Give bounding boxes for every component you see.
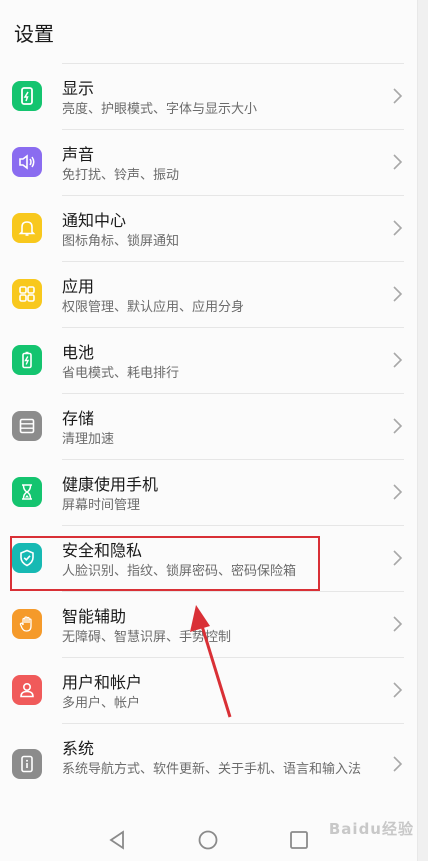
back-triangle-icon[interactable]: [104, 827, 130, 853]
divider: [62, 459, 404, 460]
storage-icon: [12, 411, 42, 441]
settings-item-storage[interactable]: 存储 清理加速: [0, 393, 418, 459]
divider: [62, 657, 404, 658]
bell-icon: [12, 213, 42, 243]
settings-item-security-privacy[interactable]: 安全和隐私 人脸识别、指纹、锁屏密码、密码保险箱: [0, 525, 418, 591]
settings-item-title: 健康使用手机: [62, 475, 159, 494]
settings-item-battery[interactable]: 电池 省电模式、耗电排行: [0, 327, 418, 393]
settings-item-title: 应用: [62, 277, 95, 296]
divider: [62, 393, 404, 394]
settings-item-subtitle: 权限管理、默认应用、应用分身: [62, 300, 245, 315]
settings-item-subtitle: 无障碍、智慧识屏、手势控制: [62, 630, 232, 645]
settings-item-subtitle: 系统导航方式、软件更新、关于手机、语言和输入法: [62, 762, 362, 777]
settings-item-subtitle: 图标角标、锁屏通知: [62, 234, 180, 249]
settings-item-notifications[interactable]: 通知中心 图标角标、锁屏通知: [0, 195, 418, 261]
chevron-right-icon: [393, 418, 403, 434]
divider: [62, 525, 404, 526]
settings-item-digital-balance[interactable]: 健康使用手机 屏幕时间管理: [0, 459, 418, 525]
settings-item-subtitle: 省电模式、耗电排行: [62, 366, 180, 381]
battery-icon: [12, 345, 42, 375]
settings-item-sound[interactable]: 声音 免打扰、铃声、振动: [0, 129, 418, 195]
settings-item-subtitle: 亮度、护眼模式、字体与显示大小: [62, 102, 258, 117]
home-circle-icon[interactable]: [195, 827, 221, 853]
settings-item-subtitle: 人脸识别、指纹、锁屏密码、密码保险箱: [62, 564, 297, 579]
divider: [62, 723, 404, 724]
divider: [62, 63, 404, 64]
settings-item-subtitle: 免打扰、铃声、振动: [62, 168, 180, 183]
settings-item-title: 存储: [62, 409, 95, 428]
chevron-right-icon: [393, 352, 403, 368]
chevron-right-icon: [393, 756, 403, 772]
page-title: 设置: [14, 22, 54, 46]
watermark: Baidu经验: [328, 820, 414, 838]
settings-item-apps[interactable]: 应用 权限管理、默认应用、应用分身: [0, 261, 418, 327]
settings-item-smart-assistance[interactable]: 智能辅助 无障碍、智慧识屏、手势控制: [0, 591, 418, 657]
settings-item-users-accounts[interactable]: 用户和帐户 多用户、帐户: [0, 657, 418, 723]
user-icon: [12, 675, 42, 705]
shield-icon: [12, 543, 42, 573]
divider: [62, 195, 404, 196]
divider: [62, 129, 404, 130]
divider: [62, 261, 404, 262]
settings-item-subtitle: 屏幕时间管理: [62, 498, 141, 513]
settings-item-title: 系统: [62, 739, 95, 758]
chevron-right-icon: [393, 88, 403, 104]
settings-item-title: 显示: [62, 79, 95, 98]
recents-square-icon[interactable]: [286, 827, 312, 853]
apps-grid-icon: [12, 279, 42, 309]
chevron-right-icon: [393, 550, 403, 566]
settings-item-title: 智能辅助: [62, 607, 127, 626]
right-edge: [417, 0, 428, 861]
sound-icon: [12, 147, 42, 177]
chevron-right-icon: [393, 616, 403, 632]
settings-item-system[interactable]: 系统 系统导航方式、软件更新、关于手机、语言和输入法: [0, 723, 418, 809]
settings-item-title: 声音: [62, 145, 95, 164]
settings-item-title: 通知中心: [62, 211, 127, 230]
settings-item-subtitle: 清理加速: [62, 432, 115, 447]
hourglass-icon: [12, 477, 42, 507]
hand-icon: [12, 609, 42, 639]
settings-item-title: 电池: [62, 343, 95, 362]
settings-item-display[interactable]: 显示 亮度、护眼模式、字体与显示大小: [0, 63, 418, 129]
settings-item-title: 用户和帐户: [62, 673, 143, 692]
divider: [62, 591, 404, 592]
system-info-icon: [12, 749, 42, 779]
chevron-right-icon: [393, 154, 403, 170]
settings-item-title: 安全和隐私: [62, 541, 143, 560]
chevron-right-icon: [393, 286, 403, 302]
settings-list: 显示 亮度、护眼模式、字体与显示大小 声音 免打扰、铃声、振动 通知中心 图标角…: [0, 63, 418, 809]
display-icon: [12, 81, 42, 111]
divider: [62, 327, 404, 328]
chevron-right-icon: [393, 484, 403, 500]
chevron-right-icon: [393, 220, 403, 236]
chevron-right-icon: [393, 682, 403, 698]
settings-item-subtitle: 多用户、帐户: [62, 696, 141, 711]
